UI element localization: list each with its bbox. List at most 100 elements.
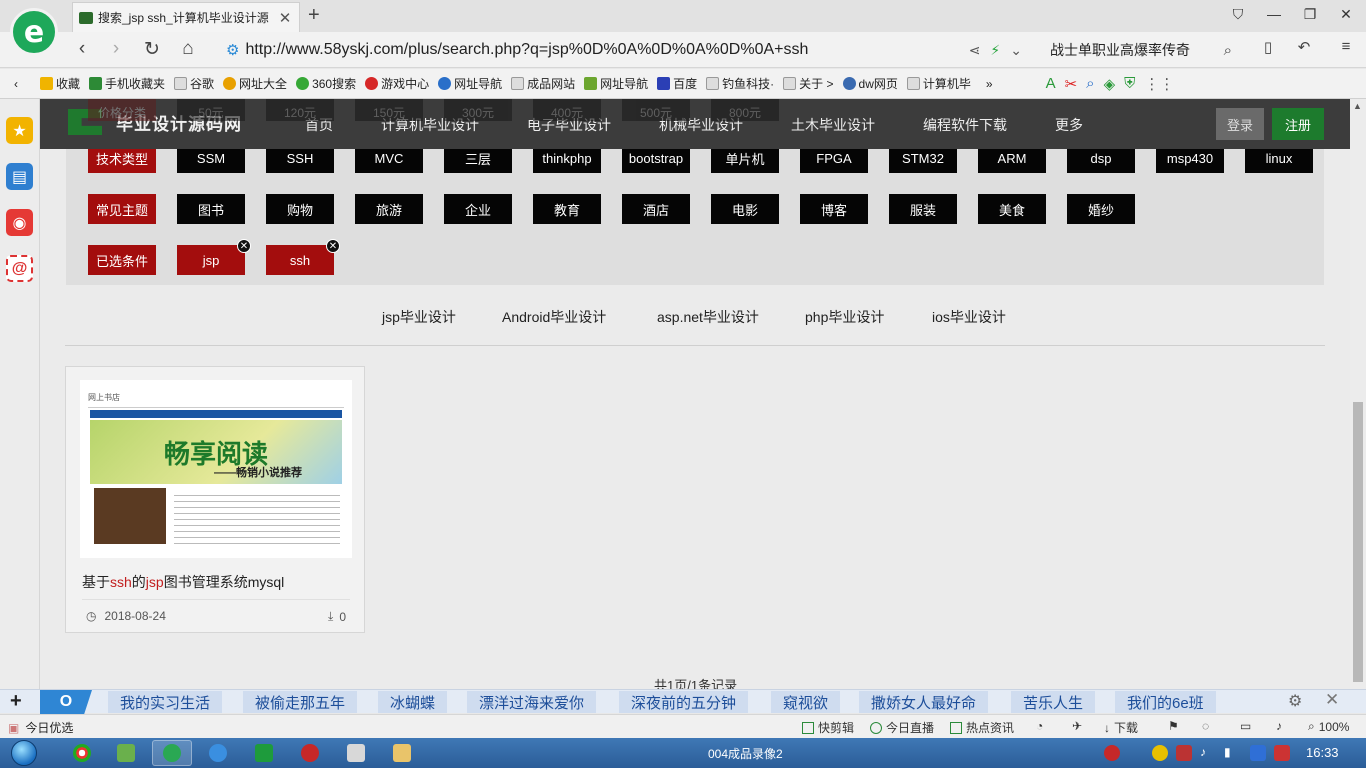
- close-window-button[interactable]: ✕: [1336, 6, 1356, 23]
- screenshot-icon[interactable]: ✂: [1065, 75, 1078, 93]
- nav-more[interactable]: 更多: [1055, 115, 1083, 135]
- minimize-button[interactable]: —: [1264, 6, 1284, 22]
- hot-search-item[interactable]: 我们的6e班: [1115, 691, 1216, 713]
- result-title[interactable]: 基于ssh的jsp图书管理系统mysql: [82, 572, 284, 592]
- reader-icon[interactable]: ▯: [1256, 38, 1280, 56]
- pin-icon[interactable]: ✈: [1072, 719, 1082, 733]
- topic-tag[interactable]: 图书: [177, 194, 245, 224]
- page-scrollbar[interactable]: ▲: [1350, 99, 1366, 689]
- price-tag[interactable]: 300元: [444, 99, 512, 121]
- tray-app2-icon[interactable]: [1176, 745, 1192, 761]
- topic-tag[interactable]: 美食: [978, 194, 1046, 224]
- topic-tag[interactable]: 旅游: [355, 194, 423, 224]
- skin-icon[interactable]: ⛉: [1228, 6, 1248, 23]
- bookmark-item[interactable]: 成品网站: [511, 75, 575, 92]
- forward-button[interactable]: ›: [104, 38, 128, 60]
- notepad-taskbar-icon[interactable]: [106, 740, 146, 766]
- price-tag[interactable]: 150元: [355, 99, 423, 121]
- browser-logo-icon[interactable]: e: [10, 8, 58, 56]
- login-button[interactable]: 登录: [1216, 108, 1264, 140]
- bookmark-item[interactable]: 收藏: [40, 75, 80, 92]
- search-icon[interactable]: ⌕: [1224, 42, 1232, 59]
- hot-search-item[interactable]: 我的实习生活: [108, 691, 223, 713]
- bookmark-item[interactable]: 谷歌: [174, 75, 214, 92]
- topic-tag[interactable]: 博客: [800, 194, 868, 224]
- price-tag[interactable]: 120元: [266, 99, 334, 121]
- downloads[interactable]: ↓ 下载: [1104, 719, 1138, 736]
- scroll-up-icon[interactable]: ▲: [1353, 101, 1362, 111]
- hot-search-item[interactable]: 漂洋过海来爱你: [467, 691, 597, 713]
- hot-search-item[interactable]: 窥视欲: [771, 691, 841, 713]
- price-tag[interactable]: 50元: [177, 99, 245, 121]
- topic-tag[interactable]: 购物: [266, 194, 334, 224]
- nav-civil[interactable]: 土木毕业设计: [791, 115, 875, 135]
- result-thumbnail[interactable]: 网上书店 畅享阅读 ——畅销小说推荐: [80, 380, 352, 558]
- flag-tray-icon[interactable]: [1274, 745, 1290, 761]
- back-button[interactable]: ‹: [70, 38, 94, 60]
- chrome-taskbar-icon[interactable]: [62, 740, 102, 766]
- bookmark-item[interactable]: 游戏中心: [365, 75, 429, 92]
- bookmark-item[interactable]: 计算机毕: [906, 75, 971, 92]
- selected-tag-ssh[interactable]: ssh ✕: [266, 239, 340, 275]
- shield-icon[interactable]: ⛨: [1124, 75, 1135, 92]
- close-icon[interactable]: ✕: [1325, 690, 1339, 710]
- remove-tag-icon[interactable]: ✕: [326, 239, 340, 253]
- category-aspnet[interactable]: asp.net毕业设计: [657, 307, 759, 327]
- live-today[interactable]: 今日直播: [870, 719, 934, 736]
- translate-icon[interactable]: A: [1046, 75, 1056, 92]
- category-android[interactable]: Android毕业设计: [502, 307, 606, 327]
- browser-taskbar-icon[interactable]: [152, 740, 192, 766]
- home-button[interactable]: ⌂: [176, 38, 200, 60]
- topic-tag[interactable]: 酒店: [622, 194, 690, 224]
- restore-button[interactable]: ❐: [1300, 6, 1320, 23]
- speed-icon[interactable]: ◔: [1036, 719, 1043, 733]
- hot-news[interactable]: 热点资讯: [950, 719, 1014, 736]
- new-tab-button[interactable]: +: [308, 4, 320, 27]
- more-bookmarks-icon[interactable]: »: [986, 77, 993, 91]
- hot-search-item[interactable]: 冰蝴蝶: [378, 691, 448, 713]
- gamepad-icon[interactable]: ◈: [1104, 75, 1116, 93]
- bookmark-item[interactable]: dw网页: [842, 75, 898, 92]
- hot-search-item[interactable]: 深夜前的五分钟: [619, 691, 749, 713]
- bookmark-item[interactable]: 网址导航: [584, 75, 648, 92]
- menu-icon[interactable]: ≡: [1334, 38, 1358, 55]
- topic-tag[interactable]: 教育: [533, 194, 601, 224]
- close-tab-icon[interactable]: ✕: [277, 9, 293, 27]
- folder-taskbar-icon[interactable]: [382, 740, 422, 766]
- sheet-taskbar-icon[interactable]: [244, 740, 284, 766]
- share-icon[interactable]: ⋖: [969, 42, 981, 59]
- bookmark-item[interactable]: 网址导航: [438, 75, 502, 92]
- record-taskbar-icon[interactable]: [290, 740, 330, 766]
- tray-app-icon[interactable]: [1152, 745, 1168, 761]
- search-icon[interactable]: ⌕: [1086, 75, 1094, 92]
- gear-icon[interactable]: ⚙: [1288, 691, 1302, 711]
- refresh-button[interactable]: ↻: [140, 38, 164, 61]
- network-icon[interactable]: ▮: [1224, 745, 1240, 761]
- ie-taskbar-icon[interactable]: [198, 740, 238, 766]
- favorites-star-icon[interactable]: ★: [6, 117, 33, 144]
- sound-icon[interactable]: ♪: [1276, 719, 1282, 733]
- bookmark-item[interactable]: 手机收藏夹: [89, 75, 165, 92]
- bookmark-item[interactable]: 钓鱼科技·: [706, 75, 774, 92]
- start-button[interactable]: [4, 738, 44, 768]
- news-icon[interactable]: ▤: [6, 163, 33, 190]
- topic-tag[interactable]: 企业: [444, 194, 512, 224]
- site-info-icon[interactable]: ⚙: [226, 41, 239, 59]
- topic-tag[interactable]: 婚纱: [1067, 194, 1135, 224]
- selected-tag-jsp[interactable]: jsp ✕: [177, 239, 251, 275]
- input-method-icon[interactable]: [1250, 745, 1266, 761]
- bookmark-item[interactable]: 网址大全: [223, 75, 287, 92]
- browser-tab[interactable]: 搜索_jsp ssh_计算机毕业设计源 ✕: [72, 2, 300, 32]
- bookmark-item[interactable]: 关于 >: [783, 75, 834, 92]
- window-icon[interactable]: ▭: [1240, 719, 1251, 733]
- volume-icon[interactable]: ♪: [1200, 745, 1216, 761]
- bookmark-item[interactable]: 百度: [657, 75, 697, 92]
- category-ios[interactable]: ios毕业设计: [932, 307, 1006, 327]
- flag-icon[interactable]: ⚑: [1168, 719, 1179, 733]
- record-tray-icon[interactable]: [1104, 745, 1120, 761]
- hot-search-item[interactable]: 撒娇女人最好命: [859, 691, 989, 713]
- search-box[interactable]: 战士单职业高爆率传奇 ⌕: [1040, 37, 1240, 63]
- register-button[interactable]: 注册: [1272, 108, 1324, 140]
- quick-edit[interactable]: 快剪辑: [802, 719, 854, 736]
- nav-software[interactable]: 编程软件下载: [923, 115, 1007, 135]
